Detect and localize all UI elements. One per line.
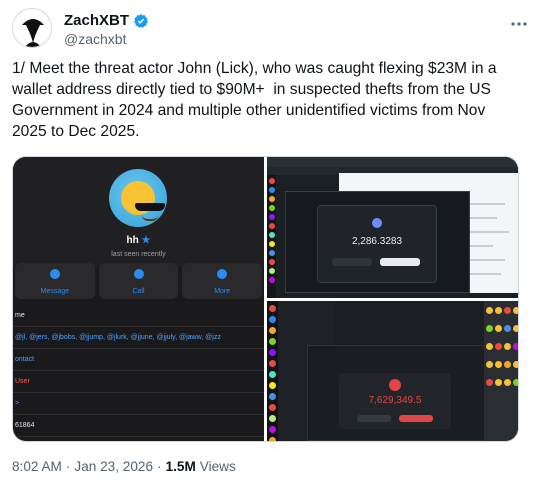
balance-modal: 2,286.3283 bbox=[317, 205, 437, 283]
media-grid[interactable]: hh ★ last seen recently Message Call Mor… bbox=[12, 156, 519, 442]
cool-face-emoji-icon bbox=[121, 181, 165, 221]
balance-amount: 2,286.3283 bbox=[351, 236, 403, 247]
browser-toolbar bbox=[267, 157, 518, 167]
profile-actions: Message Call More bbox=[13, 263, 264, 299]
author-avatar[interactable] bbox=[12, 8, 52, 48]
tweet-date[interactable]: Jan 23, 2026 bbox=[74, 459, 153, 474]
wallet-screenshot-top[interactable]: 2,286.3283 bbox=[267, 157, 518, 298]
tweet-text: 1/ Meet the threat actor John (Lick), wh… bbox=[12, 60, 501, 140]
author-display-name[interactable]: ZachXBT bbox=[64, 12, 129, 29]
tweet-footer: 8:02 AM · Jan 23, 2026 · 1.5M Views bbox=[12, 459, 236, 474]
profile-name: hh ★ bbox=[126, 235, 151, 246]
wallet-screenshot-bottom[interactable]: 7,629,349.5 bbox=[267, 301, 518, 441]
balance-amount: 7,629,349.5 bbox=[368, 395, 422, 406]
app-sidebar bbox=[267, 175, 276, 298]
modal-primary-button[interactable] bbox=[380, 258, 420, 266]
id-row: 61864 bbox=[13, 415, 264, 437]
modal-secondary-button[interactable] bbox=[357, 415, 391, 422]
more-options-icon[interactable] bbox=[507, 14, 531, 34]
more-action[interactable]: More bbox=[182, 263, 263, 299]
phone-icon bbox=[133, 269, 144, 279]
token-icon bbox=[389, 379, 401, 391]
tweet-header: ZachXBT @zachxbt bbox=[12, 8, 531, 52]
call-action[interactable]: Call bbox=[98, 263, 179, 299]
tweet-time[interactable]: 8:02 AM bbox=[12, 459, 62, 474]
profile-avatar bbox=[109, 169, 167, 227]
message-icon bbox=[49, 269, 60, 279]
app-sidebar bbox=[267, 301, 278, 441]
contact-row[interactable]: ontact bbox=[13, 349, 264, 371]
profile-info-list: me @jl, @jers, @jbobs, @jjump, @jlurk, @… bbox=[13, 305, 264, 437]
ellipsis-icon bbox=[217, 269, 228, 279]
modal-primary-button[interactable] bbox=[399, 415, 433, 422]
views-label: Views bbox=[199, 459, 236, 474]
views-count: 1.5M bbox=[165, 459, 196, 474]
profile-header: hh ★ last seen recently bbox=[13, 157, 264, 267]
balance-modal: 7,629,349.5 bbox=[339, 373, 451, 429]
message-action[interactable]: Message bbox=[15, 263, 95, 299]
star-icon: ★ bbox=[141, 235, 151, 246]
profile-status: last seen recently bbox=[111, 251, 166, 258]
separator: · bbox=[65, 459, 71, 474]
verified-badge-icon bbox=[134, 13, 149, 28]
telegram-profile-screenshot[interactable]: hh ★ last seen recently Message Call Mor… bbox=[13, 157, 264, 441]
author-name-row: ZachXBT bbox=[64, 12, 149, 29]
modal-secondary-button[interactable] bbox=[332, 258, 372, 266]
separator: · bbox=[157, 459, 162, 474]
emoji-panel bbox=[484, 301, 518, 441]
detective-silhouette-icon bbox=[13, 9, 51, 47]
info-row: me bbox=[13, 305, 264, 327]
token-icon bbox=[372, 218, 382, 228]
usernames-row[interactable]: @jl, @jers, @jbobs, @jjump, @jlurk, @jju… bbox=[13, 327, 264, 349]
block-user-row[interactable]: User bbox=[13, 371, 264, 393]
chevron-row[interactable]: > bbox=[13, 393, 264, 415]
author-handle[interactable]: @zachxbt bbox=[64, 31, 126, 47]
